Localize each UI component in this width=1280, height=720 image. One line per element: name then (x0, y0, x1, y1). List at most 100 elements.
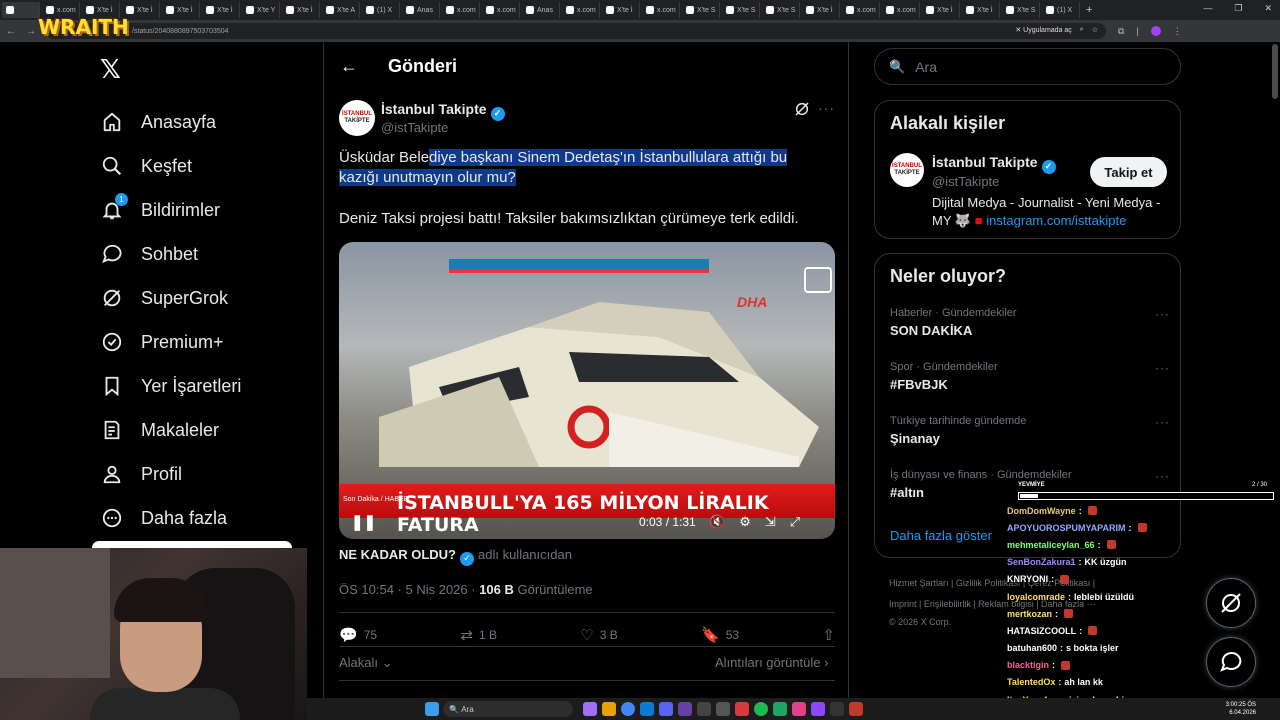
trend-item[interactable]: Spor · Gündemdekiler #FBvBJK ··· (890, 361, 1170, 392)
pause-icon[interactable]: ❚❚ (351, 513, 376, 531)
twitch-icon[interactable] (678, 702, 692, 716)
sidebar-item-articles[interactable]: Makaleler (100, 408, 241, 452)
chrome-icon[interactable] (621, 702, 635, 716)
bookmark-button[interactable]: 🔖 53 (701, 626, 739, 644)
browser-tab[interactable]: x.com (562, 2, 600, 18)
taskbar-search[interactable]: 🔍 Ara (443, 701, 573, 717)
video-pip-icon[interactable] (804, 267, 832, 293)
browser-tab[interactable]: (1) X (1042, 2, 1080, 18)
trend-item[interactable]: Türkiye tarihinde gündemde Şinanay ··· (890, 415, 1170, 446)
sidebar-item-more[interactable]: Daha fazla (100, 496, 241, 540)
browser-tab[interactable]: X'te İ (282, 2, 320, 18)
author-name[interactable]: İstanbul Takipte ✓ (381, 101, 505, 121)
browser-tab[interactable]: X'te Y (242, 2, 280, 18)
spotify-icon[interactable] (754, 702, 768, 716)
menu-icon[interactable]: ⋮ (1173, 26, 1182, 37)
star-icon[interactable]: ☆ (1092, 26, 1098, 34)
x-logo[interactable]: 𝕏 (100, 55, 121, 85)
app-icon[interactable] (830, 702, 844, 716)
edge-icon[interactable] (640, 702, 654, 716)
follow-button[interactable]: Takip et (1090, 157, 1167, 187)
browser-tab[interactable]: X'te İ (962, 2, 1000, 18)
browser-tab[interactable]: x.com (642, 2, 680, 18)
url-field[interactable]: /status/2040880897503703504 ✕ Uygulamada… (46, 23, 1106, 39)
more-options-icon[interactable]: ··· (1155, 415, 1170, 429)
browser-tab[interactable]: Anas (402, 2, 440, 18)
more-options-icon[interactable]: ··· (818, 100, 835, 116)
share-video-icon[interactable]: ⇲ (765, 514, 776, 530)
extensions-icon[interactable]: ⧉ (1118, 26, 1124, 37)
browser-tab[interactable]: x.com (442, 2, 480, 18)
browser-tab[interactable]: (1) X (362, 2, 400, 18)
view-quotes-link[interactable]: Alıntıları görüntüle › (715, 655, 828, 670)
browser-tab[interactable]: x.com (882, 2, 920, 18)
sidebar-item-bookmarks[interactable]: Yer İşaretleri (100, 364, 241, 408)
folder-icon[interactable] (602, 702, 616, 716)
windows-start-icon[interactable] (425, 702, 439, 716)
app-icon[interactable] (583, 702, 597, 716)
related-name[interactable]: İstanbul Takipte ✓ (932, 154, 1056, 174)
open-in-app-button[interactable]: ✕ Uygulamada aç (1015, 26, 1071, 34)
maximize-icon[interactable]: ❐ (1234, 3, 1242, 14)
settings-gear-icon[interactable]: ⚙ (739, 514, 751, 530)
app-icon[interactable] (735, 702, 749, 716)
browser-tab[interactable]: x.com (842, 2, 880, 18)
sidebar-item-home[interactable]: Anasayfa (100, 100, 241, 144)
sidebar-item-profile[interactable]: Profil (100, 452, 241, 496)
trend-item[interactable]: Haberler · Gündemdekiler SON DAKİKA ··· (890, 307, 1170, 338)
browser-tab[interactable]: X'te İ (202, 2, 240, 18)
browser-tab[interactable]: X'te İ (602, 2, 640, 18)
more-options-icon[interactable]: ··· (1155, 361, 1170, 375)
app-icon[interactable] (792, 702, 806, 716)
back-icon[interactable]: ← (6, 26, 16, 37)
like-button[interactable]: ♡ 3 B (580, 626, 617, 644)
avatar[interactable]: İSTANBUL TAKİPTE (339, 100, 375, 136)
app-icon[interactable] (849, 702, 863, 716)
forward-icon[interactable]: → (26, 26, 36, 37)
show-more-link[interactable]: Daha fazla göster (890, 528, 992, 543)
grok-icon[interactable] (794, 101, 810, 117)
sidebar-item-chat[interactable]: Sohbet (100, 232, 241, 276)
video-player[interactable]: DHA Son Dakika / HABER İSTANBULL'YA 165 … (339, 242, 835, 539)
app-icon[interactable] (811, 702, 825, 716)
avatar[interactable]: İSTANBUL TAKİPTE (890, 153, 924, 187)
browser-tab[interactable]: X'te İ (162, 2, 200, 18)
discord-icon[interactable] (659, 702, 673, 716)
profile-icon[interactable] (1150, 25, 1161, 36)
mute-icon[interactable]: 🔇 (709, 514, 725, 530)
share-button[interactable]: ⇧ (822, 626, 835, 644)
author-handle[interactable]: @istTakipte (381, 120, 448, 135)
fullscreen-icon[interactable]: ⤢ (790, 514, 800, 530)
quote-source[interactable]: NE KADAR OLDU? ✓ adlı kullanıcıdan (339, 547, 572, 566)
zoom-icon[interactable]: ⌕ (1080, 26, 1084, 34)
browser-tab[interactable]: X'te S (1002, 2, 1040, 18)
sidebar-item-explore[interactable]: Keşfet (100, 144, 241, 188)
sort-relevant-dropdown[interactable]: Alakalı ⌄ (339, 655, 393, 671)
browser-tab[interactable] (2, 2, 40, 18)
close-icon[interactable]: ✕ (1264, 3, 1272, 14)
repost-button[interactable]: ⇄ 1 B (460, 626, 497, 644)
browser-tab[interactable]: X'te İ (802, 2, 840, 18)
browser-tab[interactable]: x.com (482, 2, 520, 18)
reply-button[interactable]: 💬 75 (339, 626, 377, 644)
sidebar-item-premium[interactable]: Premium+ (100, 320, 241, 364)
sidebar-item-notifications[interactable]: 1 Bildirimler (100, 188, 241, 232)
new-tab-icon[interactable]: + (1086, 4, 1092, 16)
app-icon[interactable] (697, 702, 711, 716)
bio-link[interactable]: instagram.com/isttakipte (986, 213, 1126, 228)
back-arrow-icon[interactable]: ← (340, 56, 358, 77)
browser-tab[interactable]: X'te S (682, 2, 720, 18)
browser-tab[interactable]: X'te İ (922, 2, 960, 18)
search-input[interactable]: 🔍 Ara (874, 48, 1181, 85)
app-icon[interactable] (716, 702, 730, 716)
browser-tab[interactable]: X'te A (322, 2, 360, 18)
browser-tab[interactable]: Anas (522, 2, 560, 18)
related-handle[interactable]: @istTakipte (932, 174, 999, 189)
browser-tab[interactable]: X'te S (722, 2, 760, 18)
post-timestamp[interactable]: ÖS 10:54 · 5 Nis 2026 · (339, 582, 479, 597)
browser-tab[interactable]: X'te S (762, 2, 800, 18)
page-scrollbar[interactable] (1272, 44, 1278, 99)
minimize-icon[interactable]: — (1203, 3, 1212, 14)
sidebar-item-supergrok[interactable]: SuperGrok (100, 276, 241, 320)
app-icon[interactable] (773, 702, 787, 716)
